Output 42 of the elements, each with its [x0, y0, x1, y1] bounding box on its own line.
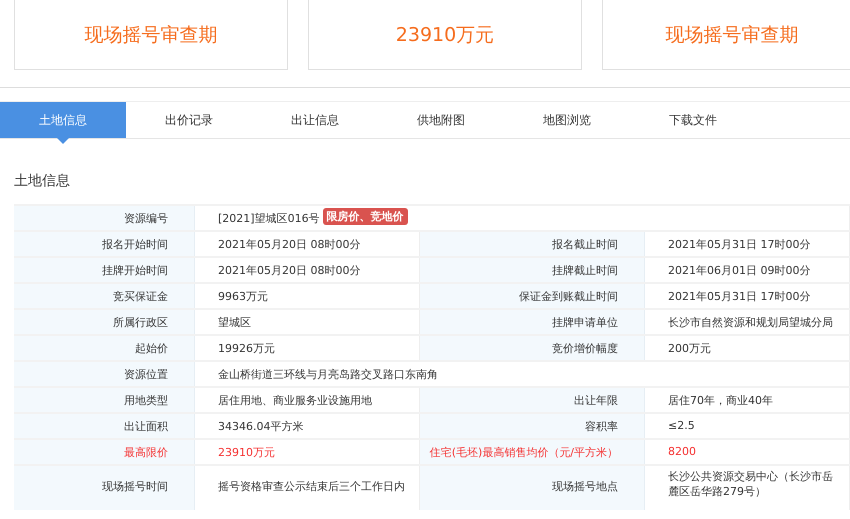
field-label: 资源编号 [14, 206, 195, 230]
field-value: 长沙市自然资源和规划局望城分局 [645, 310, 850, 334]
pointer-icon [57, 138, 69, 144]
section-title: 土地信息 [0, 138, 850, 204]
tab[interactable]: 出让信息 [252, 102, 378, 138]
field-value: 200万元 [645, 336, 850, 360]
field-value: 2021年05月31日 17时00分 [645, 232, 850, 256]
field-label: 挂牌开始时间 [14, 258, 195, 282]
field-label: 出让面积 [14, 414, 195, 438]
tag-badge: 限房价、竞地价 [322, 208, 408, 225]
field-label: 保证金到账截止时间 [420, 284, 645, 308]
tab[interactable]: 出价记录 [126, 102, 252, 138]
card-value: 23910万元 [396, 22, 494, 48]
card-value: 现场摇号审查期 [84, 22, 218, 48]
field-label: 出让年限 [420, 388, 645, 412]
field-label: 竞买保证金 [14, 284, 195, 308]
field-label: 报名截止时间 [420, 232, 645, 256]
tab[interactable]: 供地附图 [378, 102, 504, 138]
field-value: 长沙公共资源交易中心（长沙市岳麓区岳华路279号） [645, 466, 850, 510]
field-value: 2021年05月31日 17时00分 [645, 284, 850, 308]
tab[interactable]: 下载文件 [630, 102, 756, 138]
field-label: 现场摇号时间 [14, 466, 195, 510]
field-label: 报名开始时间 [14, 232, 195, 256]
card-value: 现场摇号审查期 [666, 22, 798, 48]
field-label: 容积率 [420, 414, 645, 438]
tab[interactable]: 地图浏览 [504, 102, 630, 138]
field-value: ≤2.5 [645, 414, 850, 438]
field-label: 所属行政区 [14, 310, 195, 334]
field-label: 资源位置 [14, 362, 195, 386]
field-label: 住宅(毛坯)最高销售均价（元/平方米） [420, 440, 645, 464]
field-label: 挂牌截止时间 [420, 258, 645, 282]
value-text: [2021]望城区016号 [218, 211, 320, 226]
field-label: 竞价增价幅度 [420, 336, 645, 360]
field-label: 用地类型 [14, 388, 195, 412]
field-value: 8200 [645, 440, 850, 464]
field-value: 2021年06月01日 09时00分 [645, 258, 850, 282]
field-label: 起始价 [14, 336, 195, 360]
field-label: 最高限价 [14, 440, 195, 464]
field-label: 现场摇号地点 [420, 466, 645, 510]
value-text: 金山桥街道三环线与月亮岛路交叉路口东南角 [218, 367, 438, 382]
field-value: 居住70年，商业40年 [645, 388, 850, 412]
field-label: 挂牌申请单位 [420, 310, 645, 334]
